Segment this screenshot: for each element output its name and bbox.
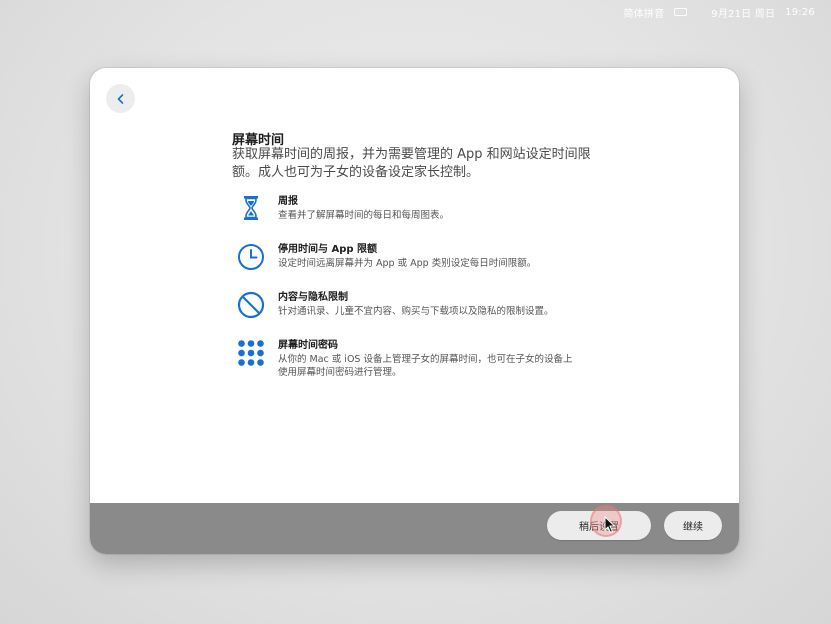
mouse-cursor-icon [604,516,616,534]
footer-bar: 稍后设置 继续 [90,503,739,554]
feature-content-privacy: 内容与隐私限制 针对通讯录、儿童不宜内容、购买与下载项以及隐私的限制设置。 [236,291,656,321]
feature-description: 设定时间远离屏幕并为 App 或 App 类别设定每日时间限额。 [278,258,537,269]
input-method-label[interactable]: 简体拼音 [623,5,664,20]
feature-weekly-report: 周报 查看并了解屏幕时间的每日和每周图表。 [236,195,656,225]
feature-downtime-limits: 停用时间与 App 限额 设定时间远离屏幕并为 App 或 App 类别设定每日… [236,243,656,273]
keyboard-icon[interactable] [674,8,688,16]
restriction-icon [236,291,266,321]
continue-button[interactable]: 继续 [664,511,722,540]
feature-description: 从你的 Mac 或 iOS 设备上管理子女的屏幕时间，也可在子女的设备上 使用屏… [278,354,573,378]
feature-title: 内容与隐私限制 [278,292,348,303]
feature-description: 查看并了解屏幕时间的每日和每周图表。 [278,210,450,221]
keypad-icon [236,339,266,369]
menu-bar: 简体拼音 9月21日 周日 19:26 [0,0,831,24]
setup-assistant-window: 屏幕时间 获取屏幕时间的周报，并为需要管理的 App 和网站设定时间限额。成人也… [90,68,739,554]
feature-title: 周报 [278,196,298,207]
hourglass-icon [236,195,266,225]
feature-title: 停用时间与 App 限额 [278,244,378,255]
menubar-date[interactable]: 9月21日 周日 [711,5,775,20]
back-button[interactable] [106,84,135,113]
page-subtitle: 获取屏幕时间的周报，并为需要管理的 App 和网站设定时间限额。成人也可为子女的… [232,147,591,180]
feature-passcode: 屏幕时间密码 从你的 Mac 或 iOS 设备上管理子女的屏幕时间，也可在子女的… [236,339,656,379]
clock-icon [236,243,266,273]
menubar-time[interactable]: 19:26 [785,7,815,18]
feature-description: 针对通讯录、儿童不宜内容、购买与下载项以及隐私的限制设置。 [278,306,554,317]
feature-title: 屏幕时间密码 [278,340,338,351]
chevron-left-icon [117,93,123,104]
